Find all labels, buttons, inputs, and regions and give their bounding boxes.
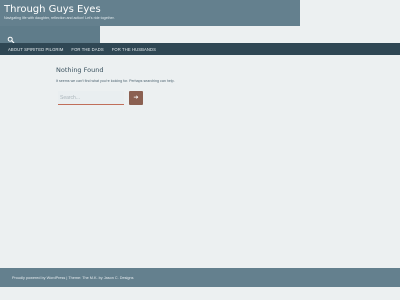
nav-item-for-the-dads[interactable]: FOR THE DADS [71,47,103,52]
page-title: Nothing Found [56,66,104,74]
page: Through Guys Eyes Navigating life with d… [0,0,400,300]
search-icon[interactable] [7,31,15,44]
search-input[interactable] [58,91,124,105]
search-submit-button[interactable]: ➔ [129,91,143,105]
main-navigation: ABOUT SPIRITED PILGRIM FOR THE DADS FOR … [0,43,400,55]
header-search-strip [0,26,100,44]
site-title[interactable]: Through Guys Eyes [4,4,300,15]
nav-item-about-spirited-pilgrim[interactable]: ABOUT SPIRITED PILGRIM [8,47,63,52]
nav-item-for-the-husbands[interactable]: FOR THE HUSBANDS [112,47,156,52]
arrow-right-icon: ➔ [133,95,139,101]
footer-bottom-spacer [0,287,400,300]
footer-credit[interactable]: Proudly powered by WordPress | Theme: Th… [12,276,134,280]
not-found-message: It seems we can't find what you're looki… [56,79,175,83]
main-content: Nothing Found It seems we can't find wha… [56,66,296,105]
site-tagline: Navigating life with daughter, reflectio… [4,16,115,20]
site-footer: Proudly powered by WordPress | Theme: Th… [0,268,400,287]
site-header: Through Guys Eyes Navigating life with d… [0,0,300,26]
